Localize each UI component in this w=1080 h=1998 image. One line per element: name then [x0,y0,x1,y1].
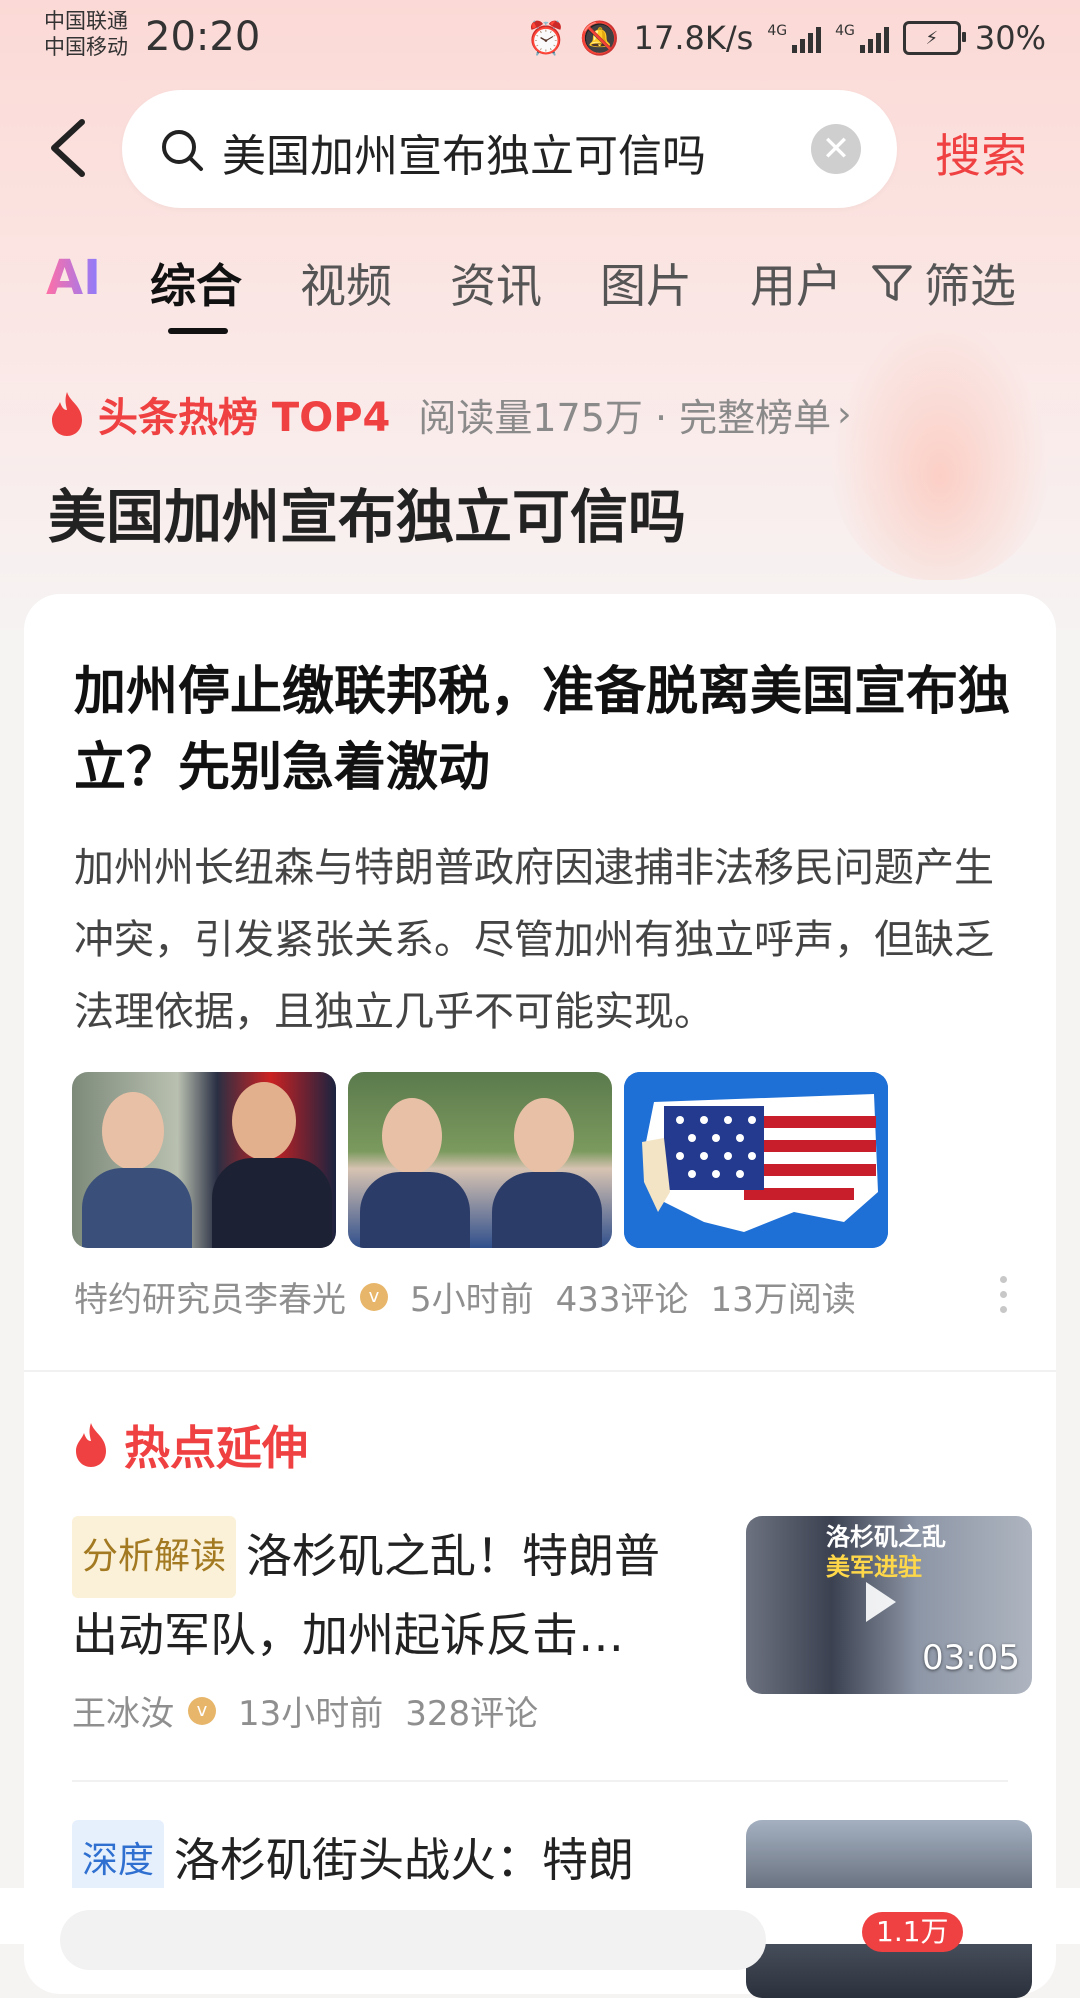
net-speed: 17.8K/s [633,19,754,57]
status-icons: ⏰ 🔕 17.8K/s 4G 4G ⚡ 30% [526,16,1046,60]
filter-button[interactable]: 筛选 [870,250,1016,316]
clear-icon[interactable]: ✕ [811,124,861,174]
battery-level: 30% [974,19,1046,57]
article-author[interactable]: 特约研究员李春光 [74,1272,346,1321]
mute-icon: 🔕 [579,19,620,57]
net-type-1: 4G [767,23,788,39]
video-overlay-text: 洛杉矶之乱 美军进驻 [826,1522,946,1582]
divider [24,1370,1056,1372]
tab-images[interactable]: 图片 [600,250,692,316]
flame-icon [76,1423,106,1467]
article-abstract[interactable]: 加州州长纽森与特朗普政府因逮捕非法移民问题产生冲突，引发紧张关系。尽管加州有独立… [74,832,1024,1048]
carrier-2: 中国移动 [44,35,128,59]
article-reads: 13万阅读 [710,1280,856,1320]
filter-icon [872,265,912,301]
hot-extension-title: 热点延伸 [124,1421,308,1475]
filter-label: 筛选 [924,259,1016,313]
thumbnail-2[interactable] [348,1072,612,1248]
hot-extension-header: 热点延伸 [72,1412,308,1478]
search-input[interactable]: 美国加州宣布独立可信吗 ✕ [122,90,897,208]
video-duration: 03:05 [922,1638,1020,1678]
tab-video[interactable]: 视频 [300,250,392,316]
overlay-line-1: 洛杉矶之乱 [826,1523,946,1551]
item-title-text: 洛杉矶街头战火：特朗 [174,1833,635,1887]
article-comments: 433评论 [555,1280,689,1320]
more-options-icon[interactable] [1000,1276,1008,1313]
hot-list-banner[interactable]: 头条热榜 TOP4 阅读量175万 · 完整榜单 › [48,385,852,443]
divider [72,1780,1008,1782]
comment-input[interactable] [60,1910,766,1970]
list-item[interactable]: 分析解读 洛杉矶之乱！特朗普出动军队，加州起诉反击… 王冰汝 v 13小时前 32… [72,1516,1032,1735]
hot-rank: 头条热榜 TOP4 [98,395,391,441]
tab-ai[interactable]: AI [46,250,101,306]
search-icon [162,130,203,171]
alarm-icon: ⏰ [525,19,566,57]
article-title[interactable]: 加州停止缴联邦税，准备脱离美国宣布独立？先别急着激动 [74,654,1014,806]
overlay-line-2: 美军进驻 [826,1553,922,1581]
play-icon [866,1582,896,1622]
thumbnail-1[interactable] [72,1072,336,1248]
net-type-2: 4G [835,23,855,39]
tab-news[interactable]: 资讯 [450,250,542,316]
tag-analysis: 分析解读 [72,1516,237,1598]
video-thumbnail[interactable]: 洛杉矶之乱 美军进驻 03:05 [746,1516,1032,1694]
verified-icon: v [188,1696,216,1725]
item-time: 13小时前 [238,1694,384,1734]
back-icon[interactable] [48,118,88,178]
hot-meta: 阅读量175万 · 完整榜单 [418,395,832,440]
article-thumbnails [72,1072,888,1248]
item-title[interactable]: 分析解读 洛杉矶之乱！特朗普出动军队，加州起诉反击… [72,1516,692,1672]
article-time: 5小时前 [410,1280,534,1320]
verified-icon: v [360,1282,388,1311]
signal-icon-2: 4G [835,23,889,53]
carrier-1: 中国联通 [44,9,128,33]
chevron-right-icon: › [837,393,852,435]
flame-decoration [830,320,1050,580]
result-card: 加州停止缴联邦税，准备脱离美国宣布独立？先别急着激动 加州州长纽森与特朗普政府因… [24,594,1056,1998]
hot-topic-title: 美国加州宣布独立可信吗 [48,483,687,551]
clock: 20:20 [145,14,261,60]
article-meta: 特约研究员李春光 v 5小时前 433评论 13万阅读 [74,1272,856,1321]
search-query[interactable]: 美国加州宣布独立可信吗 [222,120,706,184]
signal-icon: 4G [767,23,822,53]
count-badge: 1.1万 [862,1912,963,1952]
item-comments: 328评论 [405,1694,539,1734]
tab-comprehensive[interactable]: 综合 [150,250,242,316]
thumbnail-3[interactable] [624,1072,888,1248]
search-button[interactable]: 搜索 [935,120,1027,186]
active-tab-indicator [168,328,228,334]
status-bar: 中国联通 中国移动 20:20 ⏰ 🔕 17.8K/s 4G 4G ⚡ 30% [0,0,1080,76]
battery-icon: ⚡ [902,21,966,55]
tab-users[interactable]: 用户 [750,250,842,316]
flame-icon [52,392,82,436]
us-map-flag-image [624,1072,888,1248]
carrier-labels: 中国联通 中国移动 [44,8,128,60]
item-author[interactable]: 王冰汝 [72,1686,174,1735]
